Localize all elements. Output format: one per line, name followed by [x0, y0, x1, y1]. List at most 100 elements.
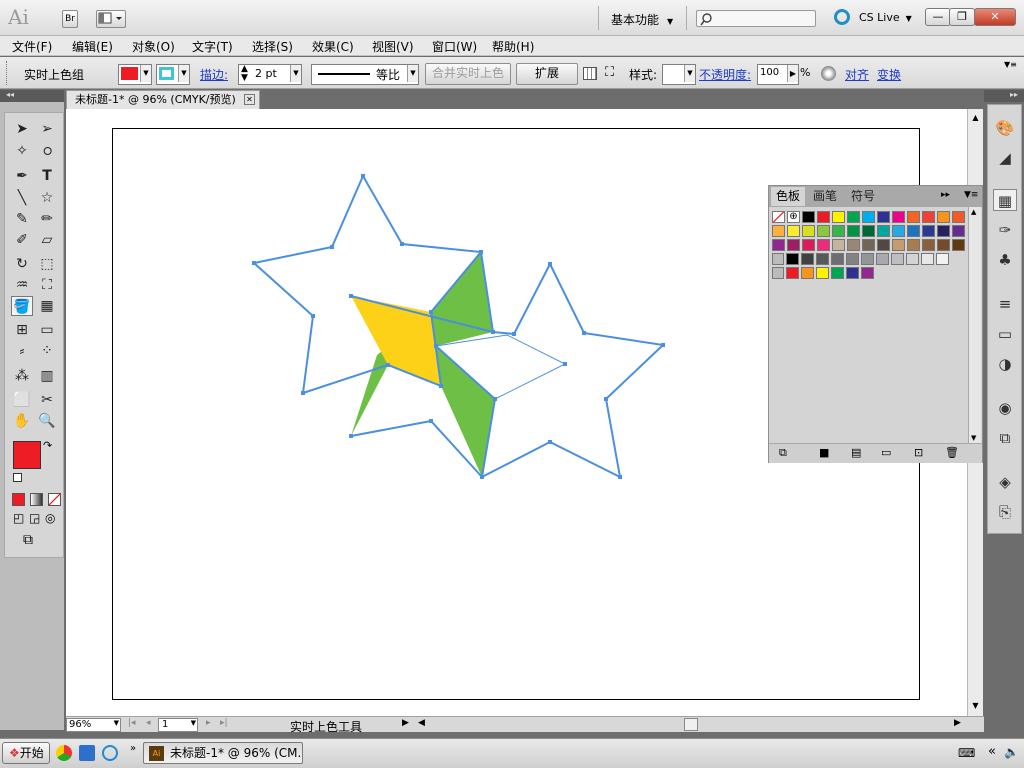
scroll-up-icon[interactable]: ▲	[969, 111, 982, 124]
color-swatch[interactable]	[861, 253, 874, 265]
next-artboard-icon[interactable]: ▸	[206, 718, 211, 728]
artboard-number-field[interactable]: 1 ▼	[158, 718, 198, 732]
tab-symbols[interactable]: 符号	[845, 187, 881, 206]
color-swatch[interactable]	[847, 211, 860, 223]
color-swatch[interactable]	[832, 239, 845, 251]
brushes-panel-icon[interactable]: ✑	[993, 219, 1017, 241]
color-swatch[interactable]	[862, 211, 875, 223]
color-swatch[interactable]	[817, 225, 830, 237]
color-swatch[interactable]	[846, 253, 859, 265]
color-swatch[interactable]	[877, 225, 890, 237]
color-swatch[interactable]	[862, 225, 875, 237]
anchor-point[interactable]	[491, 330, 495, 334]
expand-panel-icon[interactable]: ▸▸	[941, 190, 950, 200]
color-swatch[interactable]	[787, 225, 800, 237]
color-swatch[interactable]	[937, 239, 950, 251]
color-swatch[interactable]	[831, 253, 844, 265]
color-swatch[interactable]	[847, 225, 860, 237]
last-artboard-icon[interactable]: ▸|	[220, 718, 228, 728]
anchor-point[interactable]	[429, 310, 433, 314]
anchor-point[interactable]	[252, 261, 256, 265]
color-swatch[interactable]	[787, 239, 800, 251]
anchor-point[interactable]	[349, 434, 353, 438]
show-hidden-icons[interactable]: «	[988, 744, 996, 759]
swatches-panel-icon[interactable]: ▦	[993, 189, 1017, 211]
new-swatch-icon[interactable]: ⊡	[914, 446, 923, 459]
layers-panel-icon[interactable]: ◈	[993, 471, 1017, 493]
anchor-point[interactable]	[493, 397, 497, 401]
anchor-point[interactable]	[480, 475, 484, 479]
color-swatch[interactable]	[816, 267, 829, 279]
color-swatch[interactable]	[832, 225, 845, 237]
zoom-field[interactable]: 96% ▼	[66, 718, 121, 732]
color-swatch[interactable]	[921, 253, 934, 265]
color-swatch[interactable]	[801, 267, 814, 279]
color-swatch[interactable]	[877, 239, 890, 251]
keyboard-icon[interactable]: ⌨	[958, 746, 975, 760]
color-swatch[interactable]	[861, 267, 874, 279]
anchor-point[interactable]	[386, 363, 390, 367]
start-button[interactable]: ❖开始	[2, 742, 50, 764]
first-artboard-icon[interactable]: |◂	[128, 718, 136, 728]
color-swatch[interactable]	[892, 211, 905, 223]
swatch-registration[interactable]: ⊕	[787, 211, 800, 223]
chrome-icon[interactable]	[56, 745, 72, 761]
graphic-styles-icon[interactable]: ⧉	[993, 427, 1017, 449]
taskbar-task-illustrator[interactable]: Ai 未标题-1* @ 96% (CM...	[143, 742, 303, 764]
horizontal-scroll-thumb[interactable]	[684, 718, 698, 731]
anchor-point[interactable]	[563, 362, 567, 366]
status-menu-icon[interactable]: ▶	[402, 718, 409, 728]
color-swatch[interactable]	[922, 211, 935, 223]
new-color-group-icon[interactable]: ▭	[881, 446, 891, 459]
color-swatch[interactable]	[952, 211, 965, 223]
color-swatch[interactable]	[817, 211, 830, 223]
anchor-point[interactable]	[661, 343, 665, 347]
anchor-point[interactable]	[604, 397, 608, 401]
color-swatch[interactable]	[892, 225, 905, 237]
color-swatch[interactable]	[922, 225, 935, 237]
anchor-point[interactable]	[582, 331, 586, 335]
anchor-point[interactable]	[618, 475, 622, 479]
color-swatch[interactable]	[862, 239, 875, 251]
color-group-folder-icon[interactable]	[772, 253, 784, 265]
anchor-point[interactable]	[361, 174, 365, 178]
color-swatch[interactable]	[936, 253, 949, 265]
tab-brushes[interactable]: 画笔	[807, 187, 843, 206]
volume-icon[interactable]: 🔈	[1004, 745, 1019, 759]
anchor-point[interactable]	[349, 294, 353, 298]
color-swatch[interactable]	[877, 211, 890, 223]
color-swatch[interactable]	[907, 211, 920, 223]
color-swatch[interactable]	[831, 267, 844, 279]
swatch-libraries-icon[interactable]: ⧉	[779, 446, 787, 460]
anchor-point[interactable]	[330, 245, 334, 249]
anchor-point[interactable]	[548, 440, 552, 444]
anchor-point[interactable]	[548, 262, 552, 266]
color-swatch[interactable]	[832, 211, 845, 223]
color-swatch[interactable]	[786, 253, 799, 265]
color-swatch[interactable]	[906, 253, 919, 265]
symbols-panel-icon[interactable]: ♣	[993, 249, 1017, 271]
anchor-point[interactable]	[311, 314, 315, 318]
color-swatch[interactable]	[801, 253, 814, 265]
color-swatch[interactable]	[802, 239, 815, 251]
color-swatch[interactable]	[922, 239, 935, 251]
color-swatch[interactable]	[891, 253, 904, 265]
color-swatch[interactable]	[907, 239, 920, 251]
scroll-left-icon[interactable]: ◀	[418, 718, 425, 728]
swatch-scrollbar[interactable]: ▲ ▼	[968, 207, 981, 443]
expand-dock-icon[interactable]: ▸▸	[984, 90, 1024, 102]
color-swatch[interactable]	[952, 225, 965, 237]
color-swatch[interactable]	[847, 239, 860, 251]
anchor-point[interactable]	[479, 250, 483, 254]
color-group-folder-icon[interactable]	[772, 267, 784, 279]
scroll-up-icon[interactable]: ▲	[971, 208, 976, 216]
color-swatch[interactable]	[907, 225, 920, 237]
show-kinds-icon[interactable]: ■	[819, 446, 829, 459]
scroll-down-icon[interactable]: ▼	[969, 699, 982, 712]
color-swatch[interactable]	[772, 225, 785, 237]
color-swatch[interactable]	[817, 239, 830, 251]
stroke-panel-icon[interactable]: ≡	[993, 293, 1017, 315]
scroll-right-icon[interactable]: ▶	[954, 718, 961, 728]
previous-artboard-icon[interactable]: ◂	[146, 718, 151, 728]
color-swatch[interactable]	[937, 211, 950, 223]
